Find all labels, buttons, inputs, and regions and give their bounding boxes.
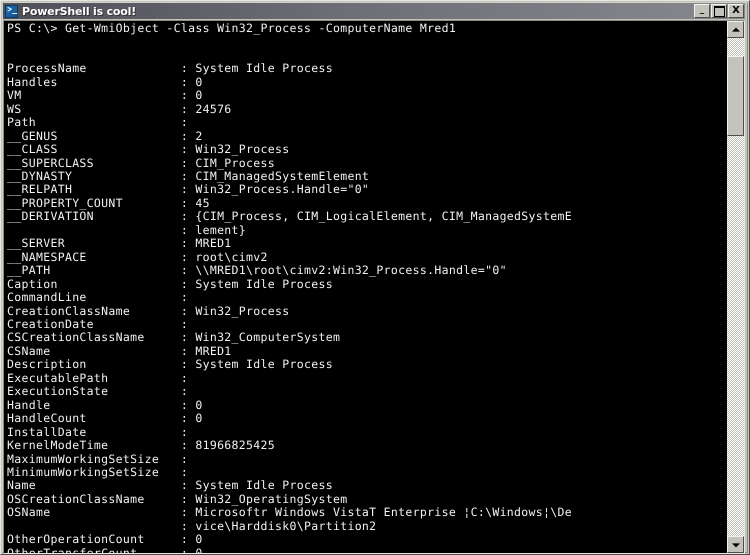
minimize-button[interactable]: _ xyxy=(694,4,710,18)
console-client-area: PS C:\> Get-WmiObject -Class Win32_Proce… xyxy=(3,20,745,554)
console-text: PS C:\> Get-WmiObject -Class Win32_Proce… xyxy=(7,21,572,553)
maximize-icon xyxy=(712,5,726,17)
scroll-up-icon xyxy=(731,27,740,32)
title-bar[interactable]: PowerShell is cool! _ X xyxy=(3,3,745,19)
console-output-area[interactable]: PS C:\> Get-WmiObject -Class Win32_Proce… xyxy=(4,21,727,553)
window-title: PowerShell is cool! xyxy=(22,4,137,18)
vertical-scrollbar[interactable] xyxy=(727,21,744,553)
close-icon: X xyxy=(732,5,740,16)
maximize-button[interactable] xyxy=(711,4,727,18)
minimize-icon: _ xyxy=(699,5,705,15)
scroll-down-button[interactable] xyxy=(727,536,744,553)
close-button[interactable]: X xyxy=(728,4,744,18)
powershell-window: PowerShell is cool! _ X PS C:\> Get-WmiO… xyxy=(0,0,750,555)
scroll-up-button[interactable] xyxy=(727,21,744,38)
scrollbar-thumb[interactable] xyxy=(727,55,744,136)
powershell-icon xyxy=(5,4,18,18)
scroll-down-icon xyxy=(731,542,740,547)
